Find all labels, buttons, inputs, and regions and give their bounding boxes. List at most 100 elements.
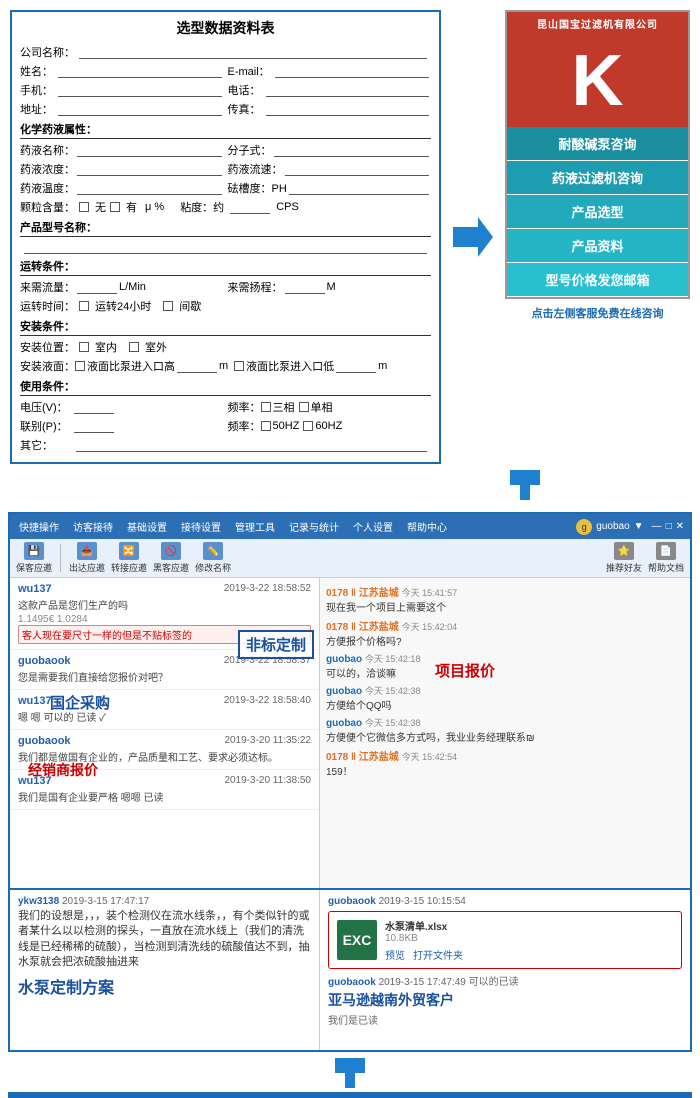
particle-none-check[interactable] [79, 202, 89, 212]
inlet-high-input[interactable] [177, 359, 217, 373]
excel-open-btn[interactable]: 打开文件夹 [413, 947, 463, 962]
list-item[interactable]: wu137 2019-3-20 11:38:50 我们是国有企业要严格 嗯嗯 已… [10, 770, 319, 810]
other-input[interactable] [76, 438, 427, 452]
recommend-icon: ⭐ [614, 542, 634, 560]
fax-input[interactable] [266, 102, 430, 116]
topbar-menu-records[interactable]: 记录与统计 [286, 517, 342, 536]
toolbar-block[interactable]: 🚫 黑客应邀 [153, 542, 189, 574]
product-input[interactable] [24, 240, 427, 254]
freq-50-check[interactable] [261, 421, 271, 431]
topbar-menu-quick[interactable]: 快捷操作 [16, 517, 62, 536]
voltage-label: 电压(V)： [20, 399, 72, 415]
menu-btn-product[interactable]: 产品资料 [507, 229, 688, 263]
voltage-switch-row: 电压(V)： 频率： 三相 单相 [20, 399, 431, 415]
env-label: 安装位置： [20, 339, 75, 355]
top-section: 选型数据资料表 公司名称： 姓名： E-mail： 手机： 电话： [0, 0, 700, 464]
toolbar-recommend-label: 推荐好友 [606, 561, 642, 574]
bottom-sender-name: ykw3138 [18, 896, 59, 907]
tel-input[interactable] [266, 83, 430, 97]
msg-line: 0178 ‖ 江苏盐城 今天 15:41:57 现在我一个项目上需要这个 [326, 584, 684, 614]
msg-content: 方便便个它微信多方式吗，我业业务经理联系₪ [326, 729, 684, 744]
history-icon: 📄 [656, 542, 676, 560]
product-section-title: 产品型号名称： [20, 219, 431, 237]
toolbar-sep-1 [60, 544, 61, 572]
msg-user: 0178 ‖ 江苏盐城 [326, 588, 399, 599]
ph-input[interactable] [289, 181, 429, 195]
chem-name-input[interactable] [77, 143, 222, 157]
bottom-sender-time: 2019-3-15 17:47:17 [62, 896, 149, 907]
email-input[interactable] [275, 64, 430, 78]
msg-user: 0178 ‖ 江苏盐城 [326, 752, 399, 763]
toolbar-transfer[interactable]: 🔀 转接应邀 [111, 542, 147, 574]
runtime-interval-check[interactable] [163, 301, 173, 311]
addr-half: 地址： [20, 101, 224, 117]
msg-time-val: 今天 15:41:57 [402, 588, 458, 598]
list-item[interactable]: guobaook 2019-3-22 18:58:37 您是需要我们直接给您报价… [10, 650, 319, 690]
msg-time-val: 今天 15:42:54 [402, 752, 458, 762]
toolbar-history[interactable]: 📄 帮助文档 [648, 542, 684, 574]
use-section-title: 使用条件： [20, 378, 431, 396]
topbar-close[interactable]: ✕ [676, 521, 684, 532]
inlet-high-check[interactable] [75, 361, 85, 371]
address-input[interactable] [58, 102, 222, 116]
menu-btn-acid[interactable]: 耐酸碱泵咨询 [507, 127, 688, 161]
menu-btn-filter[interactable]: 药液过滤机咨询 [507, 161, 688, 195]
company-input[interactable] [79, 45, 427, 59]
particle-have-check[interactable] [110, 202, 120, 212]
phone-input[interactable] [58, 83, 222, 97]
topbar-menu-personal[interactable]: 个人设置 [350, 517, 396, 536]
single-phase-check[interactable] [299, 402, 309, 412]
name-input[interactable] [58, 64, 222, 78]
chat-sender-name: wu137 [18, 775, 52, 787]
topbar-menu-basic[interactable]: 基础设置 [124, 517, 170, 536]
install-env-row: 安装位置： 室内 室外 [20, 339, 431, 355]
inlet-low-check[interactable] [234, 361, 244, 371]
toolbar-save[interactable]: 💾 保客应邀 [16, 542, 52, 574]
list-item[interactable]: guobaook 2019-3-20 11:35:22 我们都是做国有企业的，产… [10, 730, 319, 770]
topbar-dropdown[interactable]: ▼ [634, 521, 644, 532]
drive-section-title: 运转条件： [20, 258, 431, 276]
voltage-input[interactable] [74, 400, 114, 414]
power-input[interactable] [74, 419, 114, 433]
range-half: 来需扬程： M [228, 279, 432, 295]
toolbar-rename[interactable]: ✏️ 修改名称 [195, 542, 231, 574]
topbar-min[interactable]: — [652, 521, 662, 532]
flow-unit: L/Min [119, 281, 146, 293]
range-input[interactable] [285, 280, 325, 294]
chem-conc-input[interactable] [77, 162, 222, 176]
env-indoor-check[interactable] [79, 342, 89, 352]
list-item[interactable]: wu137 2019-3-22 18:58:52 这款产品是您们生产的吗 1.1… [10, 578, 319, 650]
freq-60-check[interactable] [303, 421, 313, 431]
msg-content: 可以的，洽谈嘛 [326, 665, 684, 680]
chem-conc-label: 药液浓度： [20, 161, 75, 177]
address-label: 地址： [20, 101, 56, 117]
chem-temp-input[interactable] [77, 181, 222, 195]
temp-half: 药液温度： [20, 180, 224, 196]
toolbar-out[interactable]: 📤 出达应邀 [69, 542, 105, 574]
flow-input[interactable] [77, 280, 117, 294]
topbar-menu-reception[interactable]: 接待设置 [178, 517, 224, 536]
topbar-menu-manage[interactable]: 管理工具 [232, 517, 278, 536]
mol-input[interactable] [274, 143, 430, 157]
list-item[interactable]: wu137 2019-3-22 18:58:40 嗯 嗯 可以的 已读 ✓ [10, 690, 319, 730]
mol-half: 分子式： [228, 142, 432, 158]
env-outdoor-check[interactable] [129, 342, 139, 352]
topbar-menu-visit[interactable]: 访客接待 [70, 517, 116, 536]
inlet-low-input[interactable] [336, 359, 376, 373]
chem-flow-input[interactable] [285, 162, 430, 176]
install-section-title: 安装条件： [20, 318, 431, 336]
menu-btn-price[interactable]: 型号价格发您邮箱 [507, 263, 688, 297]
excel-preview-btn[interactable]: 预览 [385, 947, 405, 962]
bottom-chat: ykw3138 2019-3-15 17:47:17 我们的设想是，，，装个检测… [8, 890, 692, 1052]
viscosity-input[interactable] [230, 200, 270, 214]
topbar-menu-help[interactable]: 帮助中心 [404, 517, 450, 536]
chat-preview: 您是需要我们直接给您报价对吧？ [18, 669, 311, 684]
runtime-24h-check[interactable] [79, 301, 89, 311]
topbar-max[interactable]: □ [666, 521, 672, 532]
toolbar-recommend[interactable]: ⭐ 推荐好友 [606, 542, 642, 574]
other-row: 其它： [20, 437, 431, 453]
three-phase-check[interactable] [261, 402, 271, 412]
menu-buttons: 耐酸碱泵咨询 药液过滤机咨询 产品选型 产品资料 型号价格发您邮箱 [505, 127, 690, 299]
runtime-label: 运转时间： [20, 298, 75, 314]
menu-btn-selection[interactable]: 产品选型 [507, 195, 688, 229]
